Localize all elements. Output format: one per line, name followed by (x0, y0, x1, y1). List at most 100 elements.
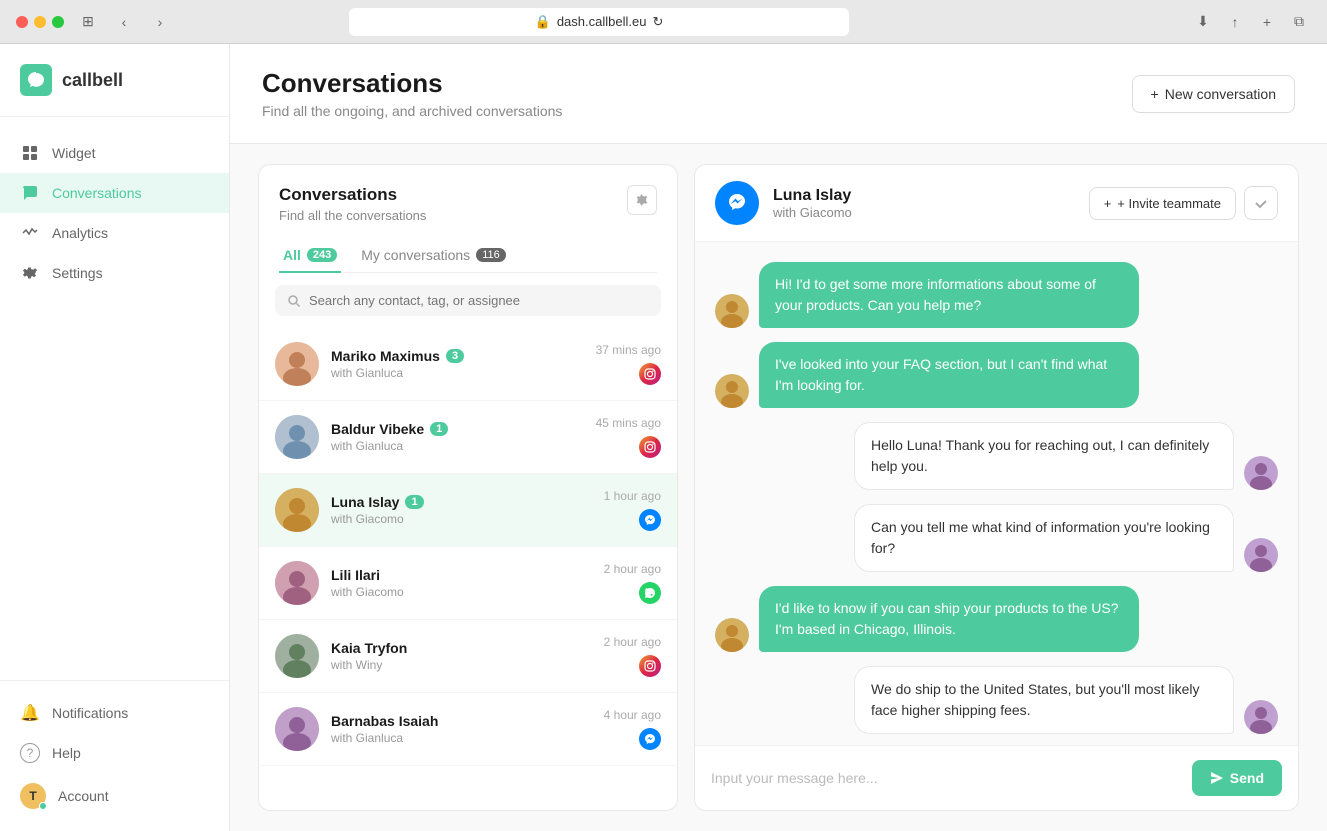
invite-label: + Invite teammate (1117, 196, 1221, 211)
sidebar-toggle[interactable]: ⊞ (76, 10, 100, 34)
message-bubble: Hi! I'd to get some more informations ab… (759, 262, 1139, 328)
sidebar-item-conversations[interactable]: Conversations (0, 173, 229, 213)
main-content: Conversations Find all the ongoing, and … (230, 44, 1327, 831)
assignee-label: with Winy (331, 658, 592, 672)
conv-meta: 45 mins ago (596, 416, 661, 458)
account-avatar: T (20, 783, 46, 809)
conv-info: Kaia Tryfon with Winy (331, 640, 592, 672)
tab-my-conversations[interactable]: My conversations 116 (357, 239, 509, 273)
download-icon[interactable]: ⬇ (1191, 10, 1215, 34)
contact-name: Kaia Tryfon (331, 640, 407, 656)
invite-teammate-button[interactable]: + + Invite teammate (1089, 187, 1236, 220)
tab-my-label: My conversations (361, 247, 470, 263)
maximize-button[interactable] (52, 16, 64, 28)
forward-button[interactable]: › (148, 10, 172, 34)
message-bubble: I'd like to know if you can ship your pr… (759, 586, 1139, 652)
new-tab-icon[interactable]: + (1255, 10, 1279, 34)
list-item[interactable]: Mariko Maximus 3 with Gianluca 37 mins a… (259, 328, 677, 401)
conversations-icon (20, 183, 40, 203)
unread-badge: 3 (446, 349, 464, 363)
page-subtitle: Find all the ongoing, and archived conve… (262, 103, 562, 119)
sidebar-item-label-help: Help (52, 745, 81, 761)
list-item[interactable]: Lili Ilari with Giacomo 2 hour ago (259, 547, 677, 620)
chat-contact-sub: with Giacomo (773, 205, 1075, 220)
unread-badge: 1 (430, 422, 448, 436)
sidebar-item-help[interactable]: ? Help (0, 733, 229, 773)
conv-search (259, 273, 677, 328)
sidebar-item-account[interactable]: T Account (0, 773, 229, 819)
avatar (275, 342, 319, 386)
back-button[interactable]: ‹ (112, 10, 136, 34)
messenger-channel-icon (715, 181, 759, 225)
search-input-wrap[interactable] (275, 285, 661, 316)
conv-list: Mariko Maximus 3 with Gianluca 37 mins a… (259, 328, 677, 810)
chat-header: Luna Islay with Giacomo + + Invite teamm… (695, 165, 1298, 242)
sidebar-logo: callbell (0, 44, 229, 117)
sender-avatar (715, 294, 749, 328)
agent-avatar (1244, 538, 1278, 572)
assignee-label: with Gianluca (331, 366, 584, 380)
chat-panel: Luna Islay with Giacomo + + Invite teamm… (694, 164, 1299, 811)
sidebar-item-label-conversations: Conversations (52, 185, 142, 201)
settings-gear-button[interactable] (627, 185, 657, 215)
list-item[interactable]: Kaia Tryfon with Winy 2 hour ago (259, 620, 677, 693)
tab-all[interactable]: All 243 (279, 239, 341, 273)
chat-contact-name: Luna Islay (773, 187, 1075, 205)
conv-panel-tabs: All 243 My conversations 116 (279, 239, 657, 273)
send-button[interactable]: Send (1192, 760, 1282, 796)
conv-time: 37 mins ago (596, 343, 661, 357)
conv-time: 1 hour ago (604, 489, 661, 503)
analytics-icon (20, 223, 40, 243)
avatar (275, 707, 319, 751)
conv-time: 2 hour ago (604, 562, 661, 576)
search-input[interactable] (309, 293, 649, 308)
sidebar-bottom: 🔔 Notifications ? Help T Account (0, 680, 229, 831)
tabs-icon[interactable]: ⧉ (1287, 10, 1311, 34)
share-icon[interactable]: ↑ (1223, 10, 1247, 34)
assignee-label: with Gianluca (331, 731, 592, 745)
message-row: Hi! I'd to get some more informations ab… (715, 262, 1278, 328)
new-conv-label: New conversation (1165, 86, 1276, 102)
refresh-icon: ↻ (652, 14, 663, 30)
message-row: Hello Luna! Thank you for reaching out, … (715, 422, 1278, 490)
conv-info: Baldur Vibeke 1 with Gianluca (331, 421, 584, 453)
message-bubble: We do ship to the United States, but you… (854, 666, 1234, 734)
sidebar-item-analytics[interactable]: Analytics (0, 213, 229, 253)
minimize-button[interactable] (34, 16, 46, 28)
search-icon (287, 294, 301, 308)
conversations-panel: Conversations Find all the conversations… (258, 164, 678, 811)
chat-contact-info: Luna Islay with Giacomo (773, 187, 1075, 220)
browser-actions: ⬇ ↑ + ⧉ (1191, 10, 1311, 34)
list-item[interactable]: Barnabas Isaiah with Gianluca 4 hour ago (259, 693, 677, 766)
chat-header-actions: + + Invite teammate (1089, 186, 1278, 220)
conv-time: 2 hour ago (604, 635, 661, 649)
sender-avatar (715, 618, 749, 652)
sidebar-item-notifications[interactable]: 🔔 Notifications (0, 693, 229, 733)
contact-name: Lili Ilari (331, 567, 380, 583)
message-bubble: Hello Luna! Thank you for reaching out, … (854, 422, 1234, 490)
agent-avatar (1244, 456, 1278, 490)
new-conversation-button[interactable]: + New conversation (1132, 75, 1295, 113)
sidebar-item-widget[interactable]: Widget (0, 133, 229, 173)
message-row: Can you tell me what kind of information… (715, 504, 1278, 572)
chat-messages: Hi! I'd to get some more informations ab… (695, 242, 1298, 745)
conv-time: 45 mins ago (596, 416, 661, 430)
sidebar-item-settings[interactable]: Settings (0, 253, 229, 293)
contact-name: Baldur Vibeke (331, 421, 424, 437)
conv-panel-subtitle: Find all the conversations (279, 208, 426, 223)
conv-info: Lili Ilari with Giacomo (331, 567, 592, 599)
close-button[interactable] (16, 16, 28, 28)
assignee-label: with Giacomo (331, 585, 592, 599)
list-item[interactable]: Baldur Vibeke 1 with Gianluca 45 mins ag… (259, 401, 677, 474)
check-button[interactable] (1244, 186, 1278, 220)
message-input[interactable] (711, 770, 1182, 786)
list-item[interactable]: Luna Islay 1 with Giacomo 1 hour ago (259, 474, 677, 547)
avatar (275, 415, 319, 459)
send-icon (1210, 771, 1224, 785)
messenger-icon (639, 728, 661, 750)
send-label: Send (1230, 770, 1264, 786)
sidebar: callbell Widget Conversations Analytics (0, 44, 230, 831)
address-bar[interactable]: 🔒 dash.callbell.eu ↻ (349, 8, 849, 36)
browser-chrome: ⊞ ‹ › 🔒 dash.callbell.eu ↻ ⬇ ↑ + ⧉ (0, 0, 1327, 44)
url-text: dash.callbell.eu (557, 14, 647, 29)
